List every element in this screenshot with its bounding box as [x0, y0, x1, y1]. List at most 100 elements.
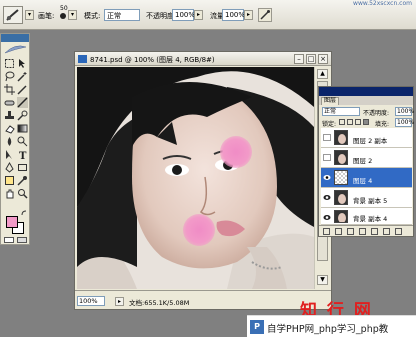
brush-dot-icon — [60, 13, 66, 19]
layer-row[interactable]: 背景 副本 5 — [321, 188, 412, 208]
layer-name: 背景 副本 5 — [353, 197, 388, 205]
minimize-button[interactable]: – — [294, 54, 304, 64]
eye-icon[interactable] — [323, 194, 331, 201]
new-layer-icon[interactable] — [383, 228, 390, 235]
layer-name: 背景 副本 4 — [353, 215, 388, 223]
crop-tool-icon[interactable] — [4, 84, 15, 95]
hand-tool-icon[interactable] — [4, 188, 15, 199]
layer-row[interactable]: 图层 2 — [321, 148, 412, 168]
fill-label: 填充: — [375, 121, 390, 128]
airbrush-icon — [260, 10, 270, 20]
close-button[interactable]: × — [318, 54, 328, 64]
zoom-level-field[interactable]: 100% — [77, 296, 105, 306]
fill-input[interactable]: 100% — [395, 118, 414, 127]
tool-preset-picker[interactable] — [3, 6, 23, 24]
zoom-tool-icon[interactable] — [17, 188, 28, 199]
type-tool-icon[interactable]: T — [17, 149, 28, 160]
move-tool-icon[interactable] — [17, 58, 28, 69]
lock-transparency-icon[interactable] — [339, 119, 345, 125]
toolbox-grip[interactable] — [1, 34, 29, 42]
layer-thumbnail — [334, 170, 348, 185]
blur-tool-icon[interactable] — [4, 136, 15, 147]
adjustment-layer-icon[interactable] — [359, 228, 366, 235]
document-window: 8741.psd @ 100% (图层 4, RGB/8#) – □ × ▲ ▼… — [74, 51, 332, 310]
options-bar: ▾ 画笔: 50 ▾ 模式: 正常 不透明度: 100% ▸ 流量: 100% … — [0, 0, 416, 30]
document-title: 8741.psd @ 100% (图层 4, RGB/8#) — [90, 56, 215, 64]
maximize-button[interactable]: □ — [306, 54, 316, 64]
document-canvas[interactable] — [77, 67, 314, 289]
eraser-tool-icon[interactable] — [4, 123, 15, 134]
delete-layer-icon[interactable] — [395, 228, 402, 235]
portrait-photo — [77, 67, 314, 289]
brush-tool-icon[interactable] — [17, 97, 28, 108]
layer-style-icon[interactable] — [335, 228, 342, 235]
layer-row[interactable]: 图层 2 副本 — [321, 128, 412, 148]
pen-tool-icon[interactable] — [4, 162, 15, 173]
healing-brush-tool-icon[interactable] — [4, 97, 15, 108]
clone-stamp-tool-icon[interactable] — [4, 110, 15, 121]
marquee-tool-icon[interactable] — [4, 58, 15, 69]
layer-name: 图层 2 — [353, 157, 373, 165]
airbrush-button[interactable] — [258, 8, 272, 22]
footer-banner: P 自学PHP网_php学习_php教 — [247, 315, 416, 337]
quick-mask-mode-icon[interactable] — [17, 237, 27, 243]
layer-visibility-toggle[interactable] — [323, 154, 331, 161]
slice-tool-icon[interactable] — [17, 84, 28, 95]
layers-panel-tabs: 图层 — [319, 96, 413, 105]
rectangle-tool-icon[interactable] — [17, 162, 28, 173]
notes-tool-icon[interactable] — [4, 175, 15, 186]
flow-slider-toggle[interactable]: ▸ — [244, 10, 253, 20]
php-logo-icon: P — [250, 320, 264, 334]
new-group-icon[interactable] — [371, 228, 378, 235]
feather-logo-icon — [4, 45, 27, 54]
standard-mode-icon[interactable] — [4, 237, 14, 243]
site-logo: 知 行 网 — [300, 296, 410, 321]
foreground-color-swatch[interactable] — [6, 216, 18, 228]
layer-row[interactable]: 背景 副本 4 — [321, 208, 412, 225]
document-titlebar[interactable]: 8741.psd @ 100% (图层 4, RGB/8#) – □ × — [75, 52, 331, 66]
layer-thumbnail — [334, 150, 348, 165]
scroll-down-arrow-icon[interactable]: ▼ — [317, 275, 328, 285]
photoshop-doc-icon — [78, 55, 87, 63]
layer-thumbnail — [334, 190, 348, 205]
lock-image-icon[interactable] — [347, 119, 353, 125]
tab-layers[interactable]: 图层 — [321, 97, 340, 105]
layer-name: 图层 2 副本 — [353, 137, 388, 145]
opacity-slider-toggle[interactable]: ▸ — [194, 10, 203, 20]
toolbox: T — [0, 33, 30, 245]
magic-wand-tool-icon[interactable] — [17, 71, 28, 82]
add-mask-icon[interactable] — [347, 228, 354, 235]
opacity-input[interactable]: 100% — [172, 9, 195, 21]
layer-visibility-toggle[interactable] — [323, 134, 331, 141]
lasso-tool-icon[interactable] — [4, 71, 15, 82]
lock-position-icon[interactable] — [355, 119, 361, 125]
tool-preset-dropdown[interactable]: ▾ — [25, 10, 34, 20]
scroll-up-arrow-icon[interactable]: ▲ — [317, 69, 328, 79]
swap-colors-icon[interactable] — [21, 210, 27, 216]
path-selection-tool-icon[interactable] — [4, 149, 15, 160]
eyedropper-tool-icon[interactable] — [17, 175, 28, 186]
mode-select[interactable]: 正常 — [104, 9, 140, 21]
eye-icon[interactable] — [323, 214, 331, 221]
dodge-tool-icon[interactable] — [17, 136, 28, 147]
brush-label: 画笔: — [38, 12, 55, 20]
layer-row-active[interactable]: 图层 4 — [321, 168, 412, 188]
history-brush-tool-icon[interactable] — [17, 110, 28, 121]
site-watermark: www.52xscxcn.com — [353, 0, 412, 7]
layers-panel-titlebar[interactable] — [319, 87, 413, 96]
brush-picker-dropdown[interactable]: ▾ — [68, 10, 77, 20]
lock-all-icon[interactable] — [363, 119, 369, 125]
eye-icon[interactable] — [323, 174, 331, 181]
link-layers-icon[interactable] — [323, 228, 330, 235]
status-menu-button[interactable]: ▸ — [115, 297, 124, 306]
layer-opacity-input[interactable]: 100% — [395, 107, 414, 116]
flow-input[interactable]: 100% — [222, 9, 245, 21]
blend-mode-select[interactable]: 正常 — [322, 107, 360, 116]
gradient-tool-icon[interactable] — [17, 123, 28, 134]
layers-panel-footer — [319, 225, 413, 236]
layer-name: 图层 4 — [353, 177, 373, 185]
lock-label: 锁定: — [322, 121, 337, 128]
layer-thumbnail — [334, 210, 348, 223]
svg-text:T: T — [19, 151, 27, 160]
document-status-bar: 100% ▸ 文档:655.1K/5.08M — [75, 290, 331, 309]
